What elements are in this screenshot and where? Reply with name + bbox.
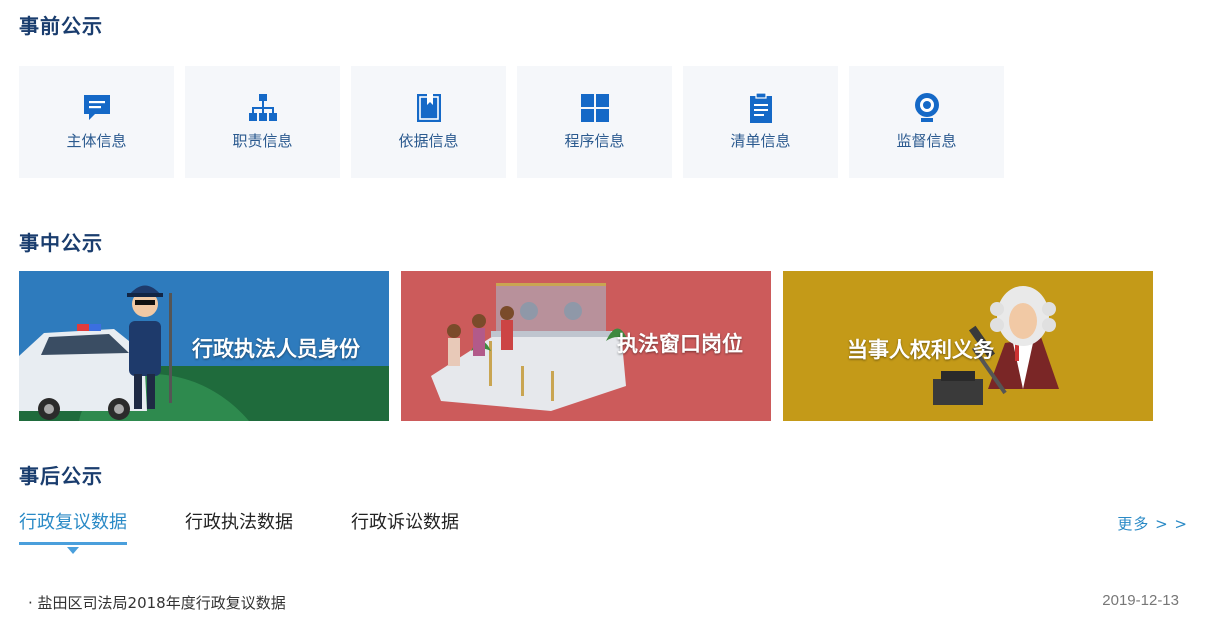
active-tab-caret-icon [67, 547, 79, 554]
section-title-before: 事前公示 [19, 14, 103, 38]
card-subject-info[interactable]: 主体信息 [19, 66, 174, 178]
clipboard-icon [745, 92, 777, 124]
section-title-after: 事后公示 [19, 464, 103, 488]
webcam-icon [911, 92, 943, 124]
in-process-banners: 行政执法人员身份 执法窗口岗位 当事人权利义务 [19, 271, 1165, 421]
banner-party-rights[interactable]: 当事人权利义务 [783, 271, 1153, 421]
card-basis-info[interactable]: 依据信息 [351, 66, 506, 178]
card-procedure-info[interactable]: 程序信息 [517, 66, 672, 178]
card-label: 职责信息 [232, 132, 293, 150]
pre-disclosure-cards: 主体信息 职责信息 依据信息 程序信息 清单信息 监督信息 [19, 66, 1015, 178]
book-icon [413, 92, 445, 124]
tab-label: 行政诉讼数据 [351, 512, 459, 533]
banner-label: 执法窗口岗位 [617, 332, 743, 356]
card-list-info[interactable]: 清单信息 [683, 66, 838, 178]
list-item-date: 2019-12-13 [1102, 592, 1179, 609]
banner-label: 当事人权利义务 [847, 338, 994, 362]
org-chart-icon [247, 92, 279, 124]
tab-admin-enforcement[interactable]: 行政执法数据 [185, 508, 293, 544]
card-label: 主体信息 [66, 132, 127, 150]
card-duty-info[interactable]: 职责信息 [185, 66, 340, 178]
card-label: 清单信息 [730, 132, 791, 150]
list-item-title[interactable]: · 盐田区司法局2018年度行政复议数据 [28, 592, 286, 613]
tab-label: 行政执法数据 [185, 512, 293, 533]
card-supervision-info[interactable]: 监督信息 [849, 66, 1004, 178]
card-label: 监督信息 [896, 132, 957, 150]
card-label: 程序信息 [564, 132, 625, 150]
tab-admin-reconsideration[interactable]: 行政复议数据 [19, 508, 127, 554]
list-item: · 盐田区司法局2018年度行政复议数据 2019-12-13 [28, 592, 1179, 613]
section-title-during: 事中公示 [19, 231, 103, 255]
tab-label: 行政复议数据 [19, 512, 127, 533]
chat-icon [81, 92, 113, 124]
tab-admin-litigation[interactable]: 行政诉讼数据 [351, 508, 459, 544]
banner-service-window[interactable]: 执法窗口岗位 [401, 271, 771, 421]
post-disclosure-tabs: 行政复议数据 行政执法数据 行政诉讼数据 [19, 508, 517, 554]
card-label: 依据信息 [398, 132, 459, 150]
banner-officer-identity[interactable]: 行政执法人员身份 [19, 271, 389, 421]
grid-icon [579, 92, 611, 124]
more-link[interactable]: 更多 > > [1117, 513, 1188, 534]
banner-label: 行政执法人员身份 [192, 337, 360, 361]
